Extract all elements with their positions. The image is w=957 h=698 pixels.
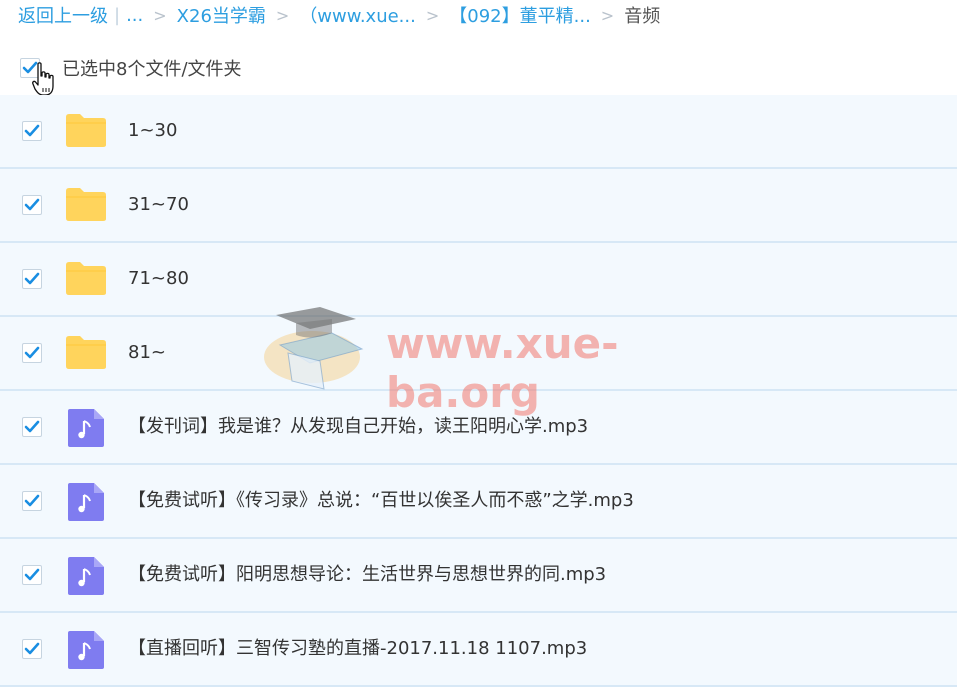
checkmark-icon xyxy=(24,420,40,433)
file-row[interactable]: 31~70 xyxy=(0,169,957,243)
row-checkbox[interactable] xyxy=(22,491,42,511)
checkmark-icon xyxy=(24,642,40,655)
breadcrumb: 返回上一级 | ... > X26当学霸 > （www.xue... > 【09… xyxy=(18,2,660,28)
breadcrumb-item-1[interactable]: X26当学霸 xyxy=(177,2,266,28)
file-row[interactable]: 【发刊词】我是谁？从发现自己开始，读王阳明心学.mp3 xyxy=(0,391,957,465)
checkmark-icon xyxy=(24,494,40,507)
row-checkbox[interactable] xyxy=(22,417,42,437)
file-name[interactable]: 【免费试听】《传习录》总说：“百世以俟圣人而不惑”之学.mp3 xyxy=(128,465,634,537)
row-checkbox[interactable] xyxy=(22,343,42,363)
file-name[interactable]: 【免费试听】阳明思想导论：生活世界与思想世界的同.mp3 xyxy=(128,539,606,611)
file-name[interactable]: 1~30 xyxy=(128,95,177,167)
row-checkbox[interactable] xyxy=(22,269,42,289)
back-link[interactable]: 返回上一级 xyxy=(18,2,108,28)
divider: | xyxy=(114,4,121,26)
checkmark-icon xyxy=(24,568,40,581)
audio-file-icon xyxy=(68,557,104,595)
checkmark-icon xyxy=(24,346,40,359)
file-row[interactable]: 【免费试听】阳明思想导论：生活世界与思想世界的同.mp3 xyxy=(0,539,957,613)
file-row[interactable]: 1~30 xyxy=(0,95,957,169)
folder-icon xyxy=(66,188,106,221)
file-row[interactable]: 71~80 xyxy=(0,243,957,317)
file-name[interactable]: 【发刊词】我是谁？从发现自己开始，读王阳明心学.mp3 xyxy=(128,391,588,463)
row-checkbox[interactable] xyxy=(22,195,42,215)
audio-file-icon xyxy=(68,631,104,669)
folder-icon xyxy=(66,262,106,295)
row-checkbox[interactable] xyxy=(22,639,42,659)
selection-count-label: 已选中8个文件/文件夹 xyxy=(62,59,242,80)
file-row[interactable]: 【免费试听】《传习录》总说：“百世以俟圣人而不惑”之学.mp3 xyxy=(0,465,957,539)
breadcrumb-current: 音频 xyxy=(624,6,661,27)
row-checkbox[interactable] xyxy=(22,565,42,585)
checkmark-icon xyxy=(24,272,40,285)
file-row[interactable]: 【直播回听】三智传习塾的直播-2017.11.18 1107.mp3 xyxy=(0,613,957,687)
file-name[interactable]: 31~70 xyxy=(128,169,189,241)
audio-file-icon xyxy=(68,483,104,521)
file-name[interactable]: 【直播回听】三智传习塾的直播-2017.11.18 1107.mp3 xyxy=(128,613,587,685)
folder-icon xyxy=(66,336,106,369)
file-name[interactable]: 71~80 xyxy=(128,243,189,315)
chevron-right-icon: > xyxy=(275,5,290,25)
file-name[interactable]: 81~ xyxy=(128,317,166,389)
file-row[interactable]: 81~ xyxy=(0,317,957,391)
breadcrumb-ellipsis[interactable]: ... xyxy=(126,5,143,26)
chevron-right-icon: > xyxy=(600,5,615,25)
breadcrumb-item-2[interactable]: （www.xue... xyxy=(299,2,416,28)
chevron-right-icon: > xyxy=(425,5,440,25)
row-checkbox[interactable] xyxy=(22,121,42,141)
checkmark-icon xyxy=(24,124,40,137)
breadcrumb-item-3[interactable]: 【092】董平精... xyxy=(449,2,591,28)
folder-icon xyxy=(66,114,106,147)
chevron-right-icon: > xyxy=(153,5,167,25)
audio-file-icon xyxy=(68,409,104,447)
file-list: 1~30 31~70 71~80 81~ 【发刊词】我是谁？从发现自己开始，读王… xyxy=(0,95,957,687)
checkmark-icon xyxy=(24,198,40,211)
